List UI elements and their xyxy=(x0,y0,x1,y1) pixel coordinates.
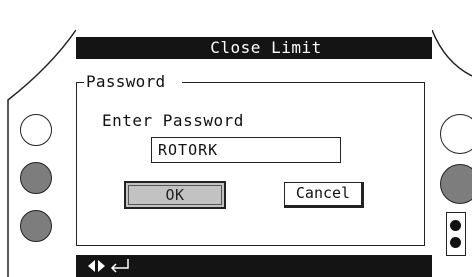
left-middle-button[interactable] xyxy=(20,162,52,194)
left-bottom-button[interactable] xyxy=(20,210,52,242)
enter-return-icon xyxy=(110,259,129,273)
status-bar xyxy=(76,255,432,277)
password-group-box xyxy=(76,82,425,246)
screen-title: Close Limit xyxy=(210,38,322,57)
cancel-button[interactable]: Cancel xyxy=(284,182,364,208)
title-bar: Close Limit xyxy=(76,37,432,59)
group-legend: Password xyxy=(86,72,166,91)
ok-button[interactable]: OK xyxy=(124,181,226,209)
right-middle-button[interactable] xyxy=(440,164,472,204)
password-input[interactable]: ROTORK xyxy=(151,137,341,163)
enter-password-label: Enter Password xyxy=(102,111,244,130)
right-top-button[interactable] xyxy=(440,114,472,154)
lcd-screen: Close Limit Password Enter Password ROTO… xyxy=(76,30,432,277)
group-box-top-right-border xyxy=(182,82,425,83)
scroll-indicator xyxy=(446,212,466,256)
scroll-dot-bottom xyxy=(450,237,461,248)
scroll-dot-top xyxy=(450,220,461,231)
left-top-button[interactable] xyxy=(20,114,52,146)
group-box-top-left-border xyxy=(76,82,84,83)
left-right-arrows-icon xyxy=(88,260,105,272)
